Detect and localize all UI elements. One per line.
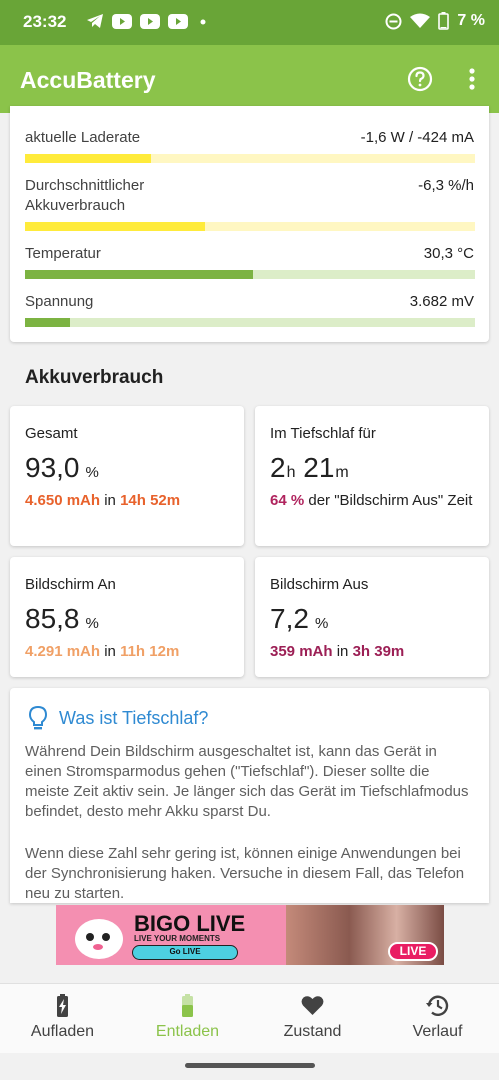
- metric-label: Durchschnittlicher Akkuverbrauch: [25, 177, 145, 214]
- dot-icon: [200, 19, 206, 24]
- wifi-icon: [410, 13, 431, 28]
- notification-icons: [86, 13, 210, 29]
- metric-value: -6,3 %/h: [418, 177, 474, 194]
- tip-paragraph: Während Dein Bildschirm ausgeschaltet is…: [25, 743, 469, 820]
- stat-value: 2h 21m: [270, 452, 349, 483]
- history-icon: [426, 995, 449, 1016]
- nav-label: Verlauf: [412, 1023, 463, 1040]
- stat-value: 7,2%: [270, 603, 329, 634]
- ad-mascot-icon: [75, 919, 123, 959]
- bar-fill: [25, 154, 151, 163]
- nav-zustand[interactable]: Zustand: [250, 984, 375, 1054]
- stat-time: 11h 12m: [120, 643, 180, 660]
- metric-value: 3.682 mV: [409, 293, 474, 310]
- more-vert-icon[interactable]: [462, 67, 482, 93]
- stat-value: 93,0%: [25, 452, 99, 483]
- stat-detail: 359 mAh in 3h 39m: [270, 643, 405, 660]
- battery-charging-icon: [57, 994, 68, 1017]
- youtube-icon: [168, 13, 188, 29]
- app-title: AccuBattery: [20, 67, 156, 93]
- metric-label: Temperatur: [25, 245, 101, 262]
- nav-entladen[interactable]: Entladen: [125, 984, 250, 1054]
- telegram-icon: [87, 14, 103, 28]
- heart-icon: [301, 996, 324, 1015]
- stat-detail: 4.291 mAh in 11h 12m: [25, 643, 180, 660]
- stat-card-tiefschlaf: Im Tiefschlaf für 2h 21m 64 % der "Bilds…: [255, 406, 489, 546]
- stat-label: Im Tiefschlaf für: [270, 425, 376, 442]
- nav-verlauf[interactable]: Verlauf: [375, 984, 499, 1054]
- metric-value: 30,3 °C: [423, 245, 474, 262]
- stat-card-gesamt: Gesamt 93,0% 4.650 mAh in 14h 52m: [10, 406, 244, 546]
- status-time: 23:32: [23, 12, 67, 31]
- help-circle-icon[interactable]: [407, 66, 433, 92]
- stat-mah: 359 mAh: [270, 643, 333, 660]
- app-bar: AccuBattery: [0, 45, 499, 113]
- stat-value: 85,8%: [25, 603, 99, 634]
- bar-fill: [25, 318, 70, 327]
- stat-label: Bildschirm An: [25, 576, 116, 593]
- temperature-bar: [25, 270, 475, 279]
- stat-time: 3h 39m: [352, 643, 405, 660]
- bar-fill: [25, 270, 254, 279]
- stat-label: Bildschirm Aus: [270, 576, 369, 593]
- battery-icon: [182, 994, 193, 1017]
- stat-detail: 4.650 mAh in 14h 52m: [25, 492, 181, 509]
- tip-paragraph: Wenn diese Zahl sehr gering ist, können …: [25, 845, 465, 902]
- avg-usage-bar: [25, 222, 475, 231]
- ad-cta-button[interactable]: Go LIVE: [132, 945, 238, 960]
- lightbulb-icon: [28, 705, 48, 730]
- charge-rate-bar: [25, 154, 475, 163]
- youtube-icon: [112, 13, 132, 29]
- gesture-bar[interactable]: [185, 1063, 315, 1068]
- stat-time: 14h 52m: [120, 492, 181, 509]
- nav-label: Aufladen: [30, 1023, 95, 1040]
- bottom-navigation: Aufladen Entladen Zustand Verlauf: [0, 983, 499, 1053]
- ad-banner[interactable]: BIGO LIVE LIVE YOUR MOMENTS Go LIVE LIVE: [56, 905, 444, 965]
- voltage-bar: [25, 318, 475, 327]
- stat-mah: 4.650 mAh: [25, 492, 101, 509]
- ad-live-badge: LIVE: [388, 942, 438, 961]
- nav-label: Entladen: [155, 1023, 220, 1040]
- stat-card-bildschirm-an: Bildschirm An 85,8% 4.291 mAh in 11h 12m: [10, 557, 244, 677]
- status-bar: 23:32 7 %: [0, 0, 499, 45]
- dnd-icon: [385, 13, 402, 29]
- nav-aufladen[interactable]: Aufladen: [0, 984, 125, 1054]
- battery-icon: [438, 12, 450, 30]
- stat-detail: 64 % der "Bildschirm Aus" Zeit: [270, 492, 473, 509]
- youtube-icon: [140, 13, 160, 29]
- stat-label: Gesamt: [25, 425, 78, 442]
- section-title: Akkuverbrauch: [25, 367, 164, 388]
- metrics-card: aktuelle Laderate -1,6 W / -424 mA Durch…: [10, 106, 489, 342]
- system-icons: 7 %: [385, 12, 485, 30]
- stat-mah: 4.291 mAh: [25, 643, 101, 660]
- metric-label: Spannung: [25, 293, 94, 310]
- tip-title[interactable]: Was ist Tiefschlaf?: [59, 708, 208, 729]
- stat-percent: 64 %: [270, 492, 305, 509]
- battery-percent: 7 %: [457, 12, 485, 29]
- nav-label: Zustand: [283, 1023, 342, 1040]
- bar-fill: [25, 222, 205, 231]
- metric-label: aktuelle Laderate: [25, 129, 141, 146]
- metric-value: -1,6 W / -424 mA: [360, 129, 474, 146]
- stat-card-bildschirm-aus: Bildschirm Aus 7,2% 359 mAh in 3h 39m: [255, 557, 489, 677]
- tip-card: Was ist Tiefschlaf? Während Dein Bildsch…: [10, 688, 489, 903]
- ad-tagline: LIVE YOUR MOMENTS: [134, 934, 221, 943]
